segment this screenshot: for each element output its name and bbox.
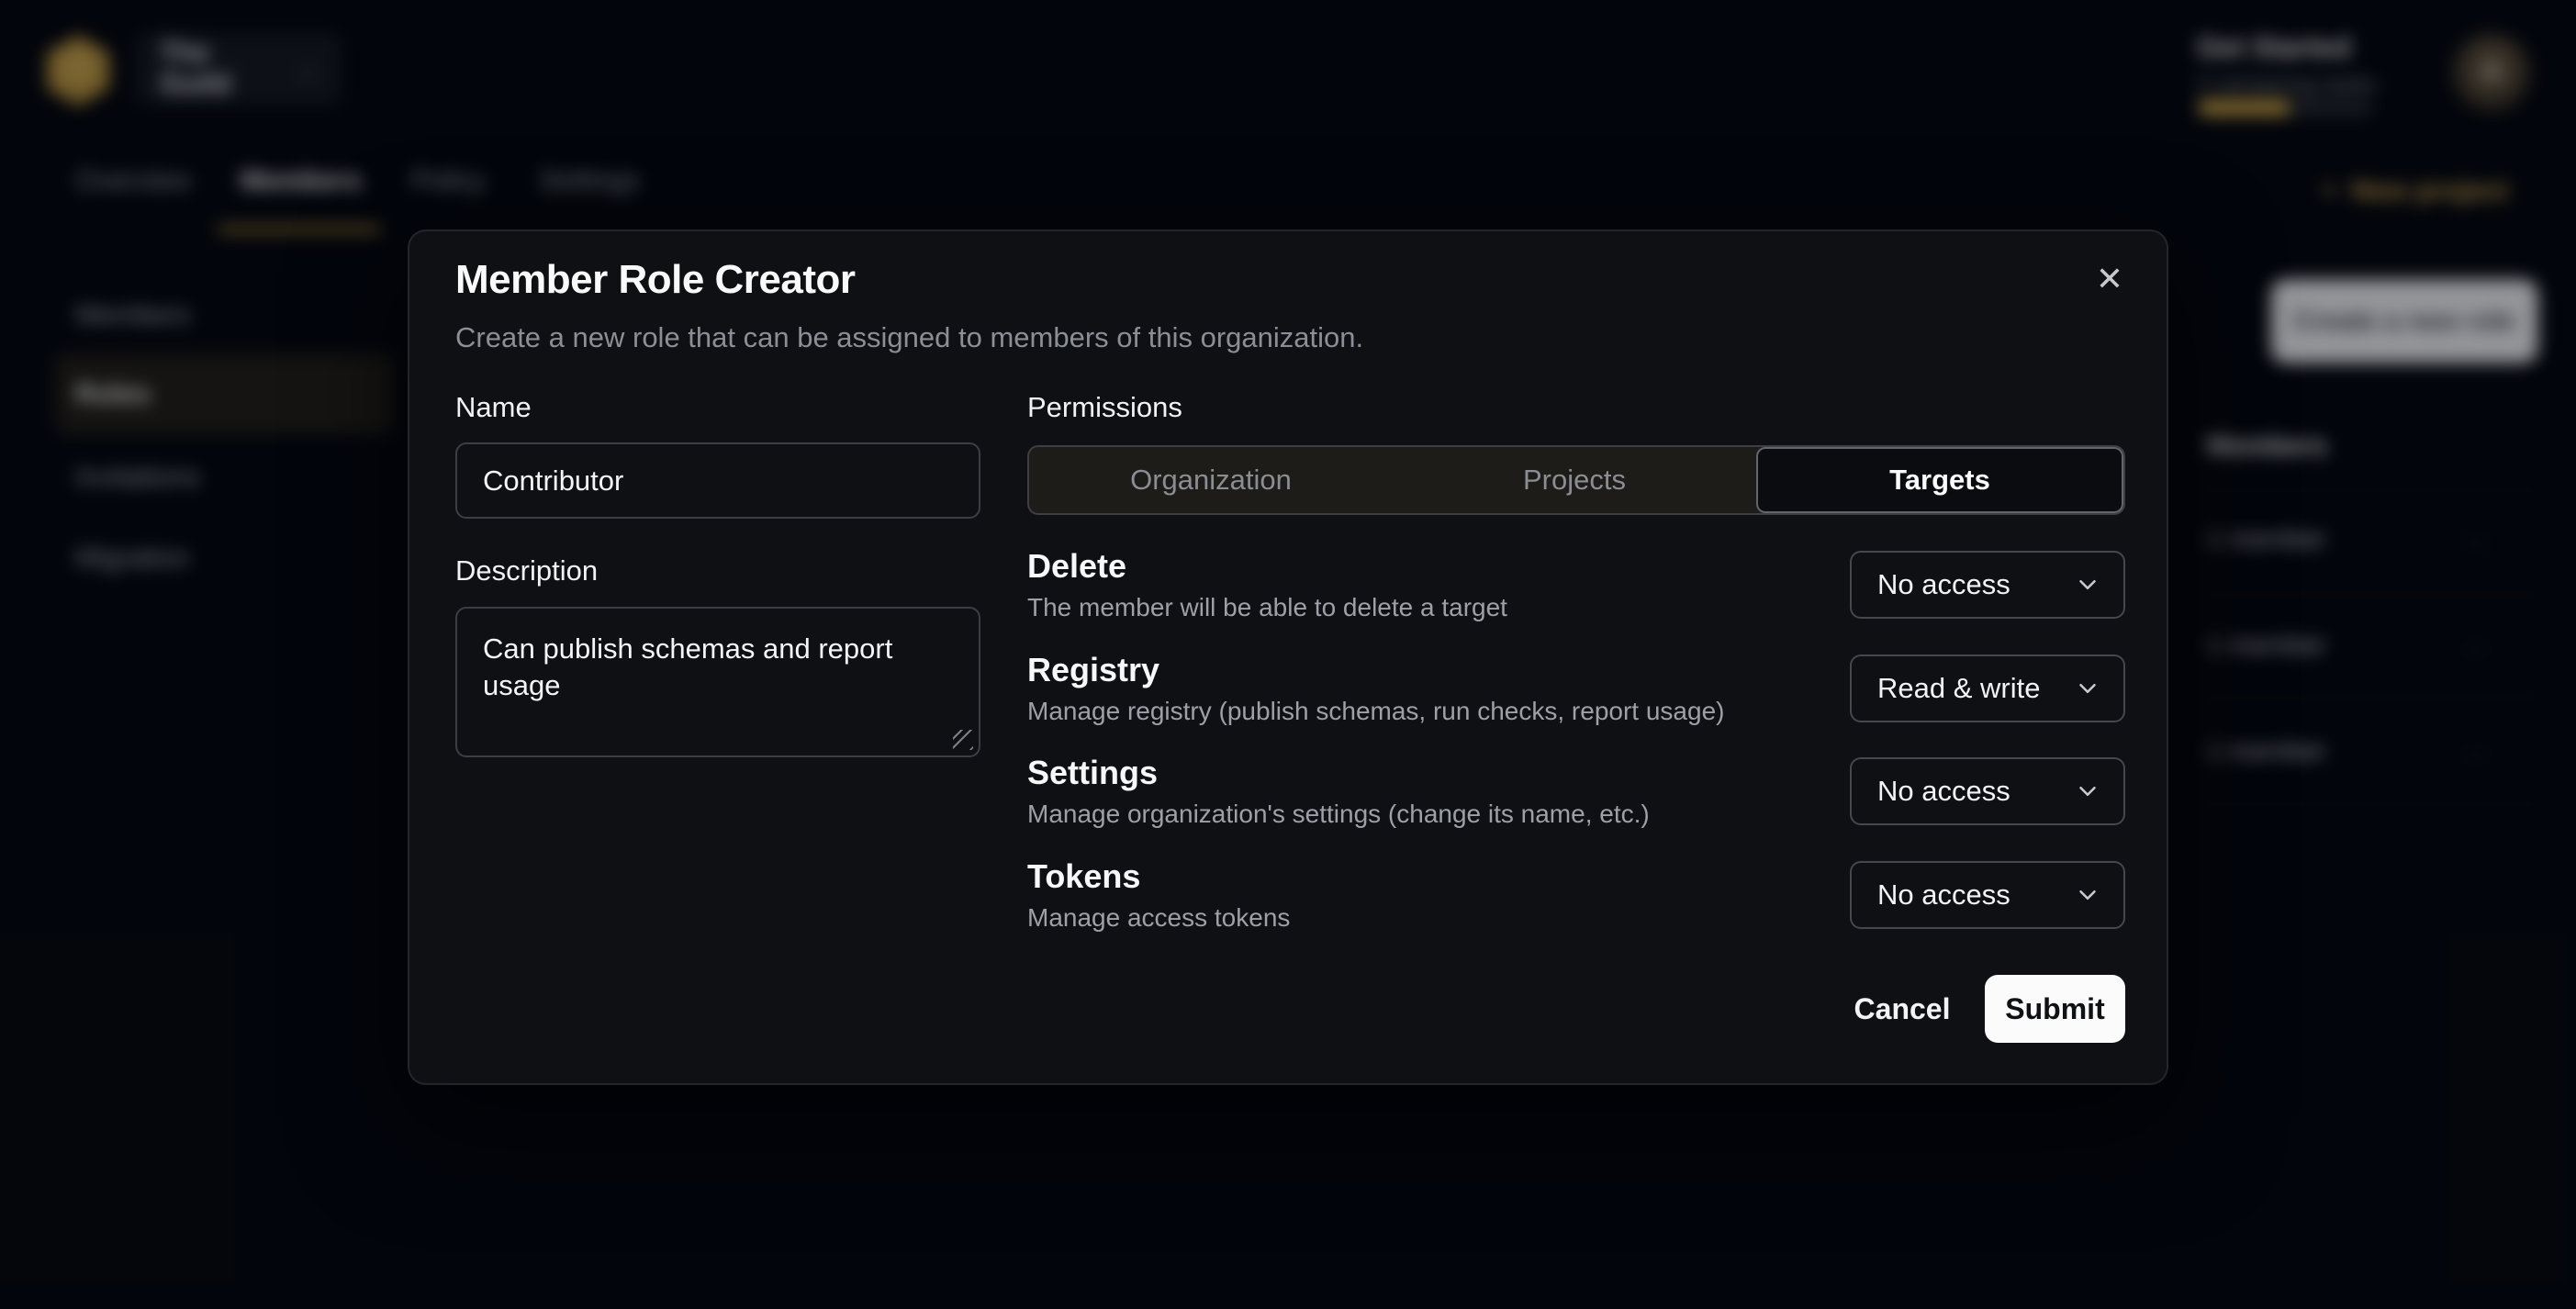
chevron-down-icon bbox=[2074, 881, 2101, 909]
tab-organization[interactable]: Organization bbox=[1029, 447, 1393, 513]
cancel-button[interactable]: Cancel bbox=[1838, 975, 1966, 1043]
description-value: Can publish schemas and report usage bbox=[483, 632, 892, 701]
registry-access-select[interactable]: Read & write bbox=[1850, 654, 2125, 722]
permissions-tabs: Organization Projects Targets bbox=[1027, 445, 2125, 515]
dialog-subtitle: Create a new role that can be assigned t… bbox=[455, 321, 1363, 354]
description-label: Description bbox=[455, 554, 598, 587]
permission-description: Manage registry (publish schemas, run ch… bbox=[1027, 697, 1724, 726]
name-value: Contributor bbox=[483, 464, 623, 498]
description-textarea[interactable]: Can publish schemas and report usage bbox=[455, 607, 980, 757]
permission-row-delete: Delete The member will be able to delete… bbox=[1027, 551, 2125, 619]
settings-access-select[interactable]: No access bbox=[1850, 757, 2125, 825]
tab-targets[interactable]: Targets bbox=[1756, 447, 2123, 513]
permissions-label: Permissions bbox=[1027, 391, 1182, 424]
delete-access-select[interactable]: No access bbox=[1850, 551, 2125, 619]
permission-description: Manage organization's settings (change i… bbox=[1027, 800, 1650, 829]
chevron-down-icon bbox=[2074, 675, 2101, 702]
permission-row-settings: Settings Manage organization's settings … bbox=[1027, 757, 2125, 825]
permission-row-registry: Registry Manage registry (publish schema… bbox=[1027, 654, 2125, 722]
select-value: No access bbox=[1877, 568, 2010, 601]
close-icon[interactable]: ✕ bbox=[2086, 255, 2134, 303]
permission-description: Manage access tokens bbox=[1027, 903, 1290, 933]
permission-description: The member will be able to delete a targ… bbox=[1027, 593, 1507, 622]
chevron-down-icon bbox=[2074, 571, 2101, 599]
permission-title: Delete bbox=[1027, 547, 1126, 586]
tab-projects[interactable]: Projects bbox=[1393, 447, 1756, 513]
dialog-title: Member Role Creator bbox=[455, 257, 856, 303]
chevron-down-icon bbox=[2074, 778, 2101, 805]
select-value: No access bbox=[1877, 775, 2010, 808]
select-value: Read & write bbox=[1877, 672, 2040, 705]
member-role-creator-dialog: Member Role Creator Create a new role th… bbox=[408, 229, 2168, 1085]
submit-button[interactable]: Submit bbox=[1985, 975, 2125, 1043]
select-value: No access bbox=[1877, 878, 2010, 912]
permission-title: Tokens bbox=[1027, 857, 1140, 896]
app-window: The Guild ⌄ Overview Members Policy Sett… bbox=[0, 0, 2576, 1309]
name-input[interactable]: Contributor bbox=[455, 442, 980, 519]
permission-title: Settings bbox=[1027, 754, 1158, 792]
name-label: Name bbox=[455, 391, 532, 424]
permission-row-tokens: Tokens Manage access tokens No access bbox=[1027, 861, 2125, 929]
permission-title: Registry bbox=[1027, 651, 1159, 689]
tokens-access-select[interactable]: No access bbox=[1850, 861, 2125, 929]
